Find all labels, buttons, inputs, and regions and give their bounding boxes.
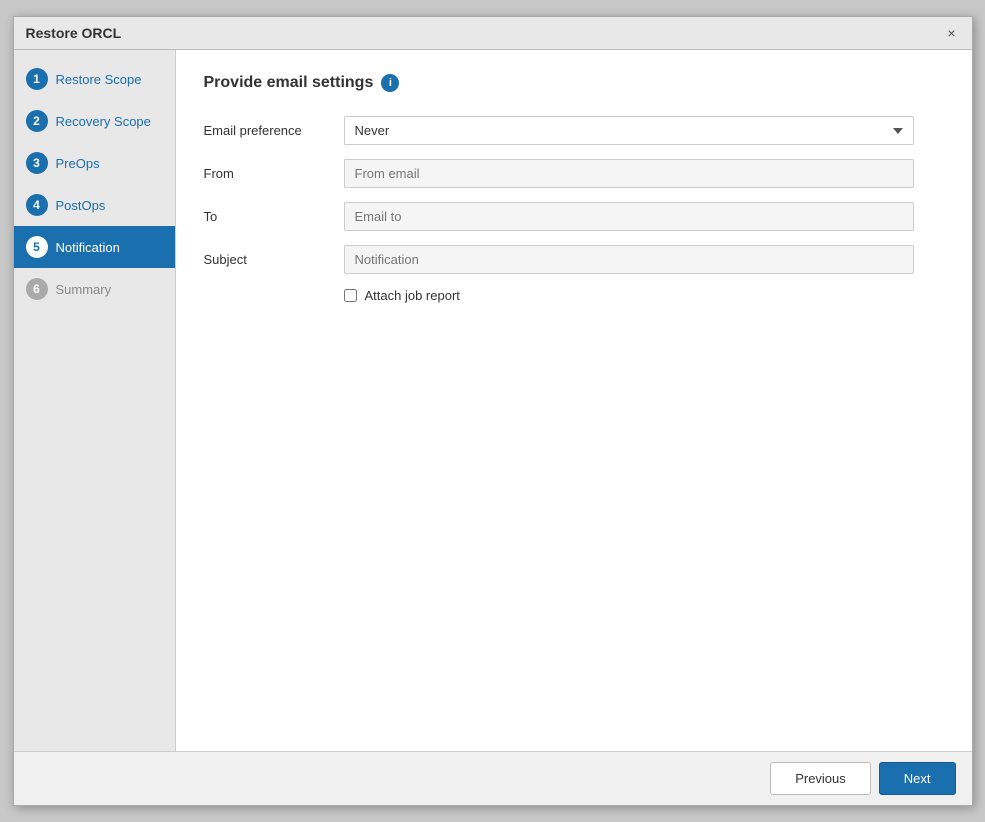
attach-job-report-label: Attach job report (365, 288, 460, 303)
main-content: Provide email settings i Email preferenc… (176, 50, 972, 751)
step-badge-4: 4 (26, 194, 48, 216)
from-input[interactable] (344, 159, 914, 188)
email-preference-control: Never On Failure Always (344, 116, 914, 145)
sidebar-item-notification[interactable]: 5 Notification (14, 226, 175, 268)
from-control (344, 159, 914, 188)
sidebar-item-summary: 6 Summary (14, 268, 175, 310)
section-title: Provide email settings (204, 74, 374, 92)
to-row: To (204, 202, 944, 231)
sidebar-item-postops[interactable]: 4 PostOps (14, 184, 175, 226)
sidebar-item-label-4: PostOps (56, 198, 106, 213)
step-badge-2: 2 (26, 110, 48, 132)
dialog-title: Restore ORCL (26, 25, 122, 41)
next-button[interactable]: Next (879, 762, 956, 795)
step-badge-1: 1 (26, 68, 48, 90)
dialog-body: 1 Restore Scope 2 Recovery Scope 3 PreOp… (14, 50, 972, 751)
section-header: Provide email settings i (204, 74, 944, 92)
sidebar-item-preops[interactable]: 3 PreOps (14, 142, 175, 184)
email-preference-select[interactable]: Never On Failure Always (344, 116, 914, 145)
subject-label: Subject (204, 252, 344, 267)
to-control (344, 202, 914, 231)
close-button[interactable]: × (943, 26, 959, 40)
attach-job-report-checkbox[interactable] (344, 289, 357, 302)
restore-dialog: Restore ORCL × 1 Restore Scope 2 Recover… (13, 16, 973, 806)
sidebar-item-recovery-scope[interactable]: 2 Recovery Scope (14, 100, 175, 142)
sidebar-item-label-6: Summary (56, 282, 112, 297)
step-badge-3: 3 (26, 152, 48, 174)
sidebar-item-restore-scope[interactable]: 1 Restore Scope (14, 58, 175, 100)
info-icon[interactable]: i (381, 74, 399, 92)
subject-control (344, 245, 914, 274)
from-row: From (204, 159, 944, 188)
from-label: From (204, 166, 344, 181)
dialog-footer: Previous Next (14, 751, 972, 805)
attach-job-report-row: Attach job report (344, 288, 944, 303)
sidebar-item-label-2: Recovery Scope (56, 114, 151, 129)
dialog-titlebar: Restore ORCL × (14, 17, 972, 50)
previous-button[interactable]: Previous (770, 762, 871, 795)
to-label: To (204, 209, 344, 224)
step-badge-5: 5 (26, 236, 48, 258)
sidebar: 1 Restore Scope 2 Recovery Scope 3 PreOp… (14, 50, 176, 751)
step-badge-6: 6 (26, 278, 48, 300)
sidebar-item-label-3: PreOps (56, 156, 100, 171)
subject-input[interactable] (344, 245, 914, 274)
email-preference-row: Email preference Never On Failure Always (204, 116, 944, 145)
sidebar-item-label-5: Notification (56, 240, 120, 255)
to-input[interactable] (344, 202, 914, 231)
email-preference-label: Email preference (204, 123, 344, 138)
sidebar-item-label-1: Restore Scope (56, 72, 142, 87)
subject-row: Subject (204, 245, 944, 274)
